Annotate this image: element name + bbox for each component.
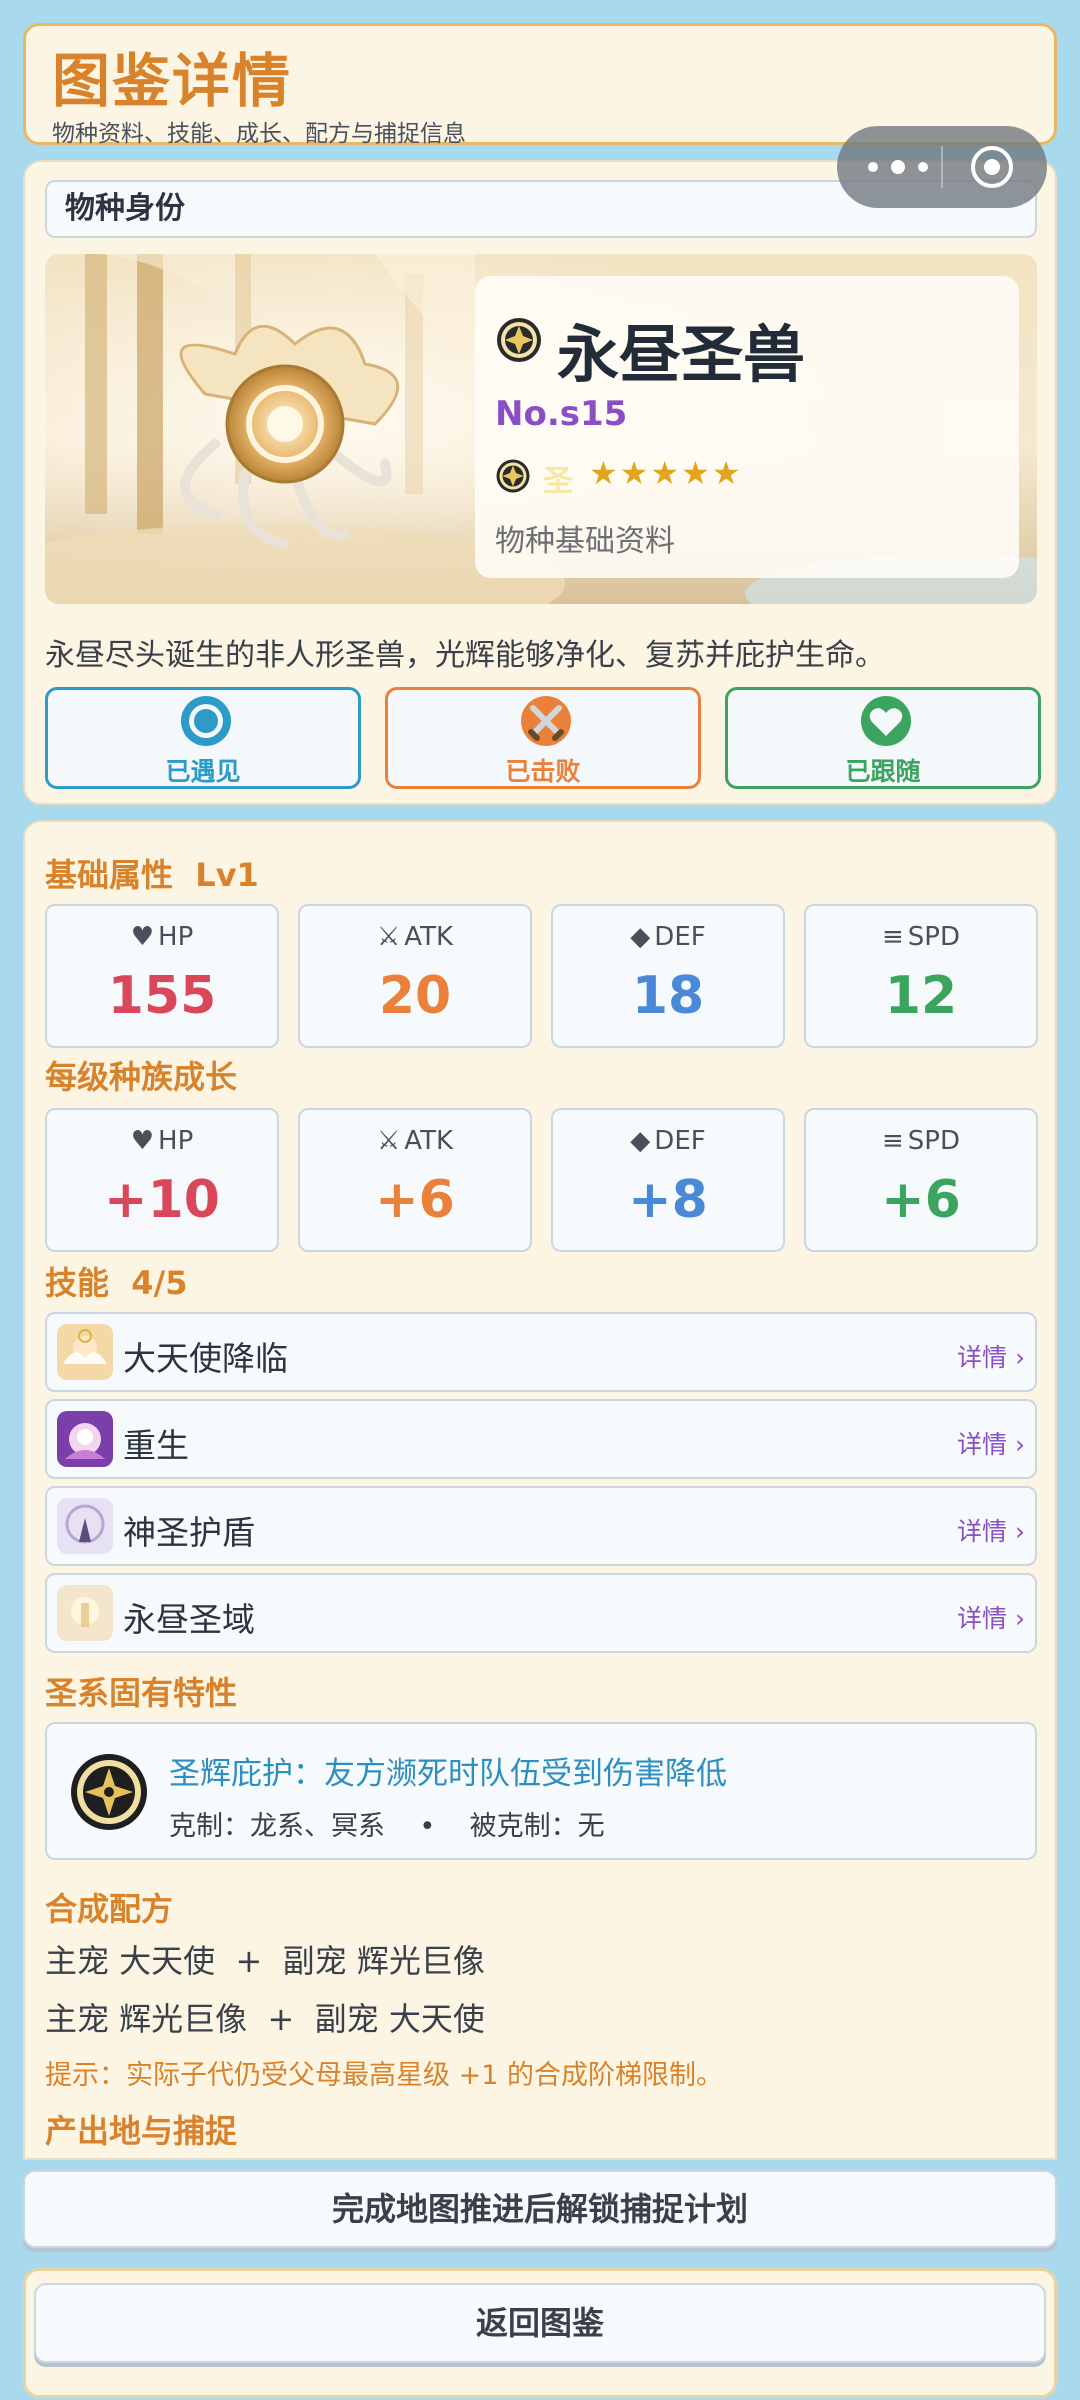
speed-lines-icon: ≡ xyxy=(882,1126,904,1156)
growth-hp-label: HP xyxy=(158,1126,194,1156)
more-icon[interactable] xyxy=(863,151,933,183)
skill-detail-link[interactable]: 详情 › xyxy=(957,1338,1025,1374)
base-spd-label: SPD xyxy=(907,922,960,952)
base-def-value: 18 xyxy=(631,966,705,1026)
diamond-icon: ◆ xyxy=(630,922,651,952)
sword-icon: ⚔ xyxy=(376,922,401,952)
recipe-line: 主宠 辉光巨像 + 副宠 大天使 xyxy=(45,2000,485,2038)
recipe-line: 主宠 大天使 + 副宠 辉光巨像 xyxy=(45,1942,485,1980)
growth-def-label: DEF xyxy=(654,1126,706,1156)
skills-heading: 技能 4/5 xyxy=(45,1258,188,1304)
base-stats-level: Lv1 xyxy=(195,856,259,894)
base-stats-heading: 基础属性 Lv1 xyxy=(45,850,259,896)
skill-row-archangel[interactable]: 大天使降临 详情 › xyxy=(45,1312,1037,1392)
base-spd-card: ≡ SPD 12 xyxy=(804,904,1038,1048)
status-seen-button[interactable]: 已遇见 xyxy=(45,687,361,789)
skill-name: 神圣护盾 xyxy=(123,1513,255,1552)
status-seen-label: 已遇见 xyxy=(165,757,241,786)
capture-heading: 产出地与捕捉 xyxy=(45,2112,238,2150)
page-title: 图鉴详情 xyxy=(52,47,293,115)
trait-counter-info: 克制：龙系、冥系 • 被克制：无 xyxy=(169,1811,605,1842)
holy-emblem-icon xyxy=(71,1754,147,1830)
skill-detail-link[interactable]: 详情 › xyxy=(957,1512,1025,1548)
recipe-heading: 合成配方 xyxy=(45,1890,174,1928)
skills-count: 4/5 xyxy=(131,1264,188,1302)
status-defeated-button[interactable]: 已击败 xyxy=(385,687,701,789)
base-atk-card: ⚔ ATK 20 xyxy=(298,904,532,1048)
base-hp-value: 155 xyxy=(107,966,217,1026)
trait-card: 圣辉庇护：友方濒死时队伍受到伤害降低 克制：龙系、冥系 • 被克制：无 xyxy=(45,1722,1037,1860)
species-description: 永昼尽头诞生的非人形圣兽，光辉能够净化、复苏并庇护生命。 xyxy=(45,638,885,673)
status-following-label: 已跟随 xyxy=(845,757,921,786)
capsule-divider xyxy=(941,146,943,188)
species-info-card: 永昼圣兽 No.s15 圣 ★★★★★ 物种基础资料 xyxy=(475,276,1019,578)
growth-spd-label: SPD xyxy=(907,1126,960,1156)
diamond-icon: ◆ xyxy=(630,1126,651,1156)
skill-name: 大天使降临 xyxy=(123,1339,288,1378)
skill-name: 重生 xyxy=(123,1426,189,1465)
star-rating: ★★★★★ xyxy=(589,454,743,492)
growth-atk-value: +6 xyxy=(375,1170,455,1230)
growth-spd-card: ≡ SPD +6 xyxy=(804,1108,1038,1252)
close-miniprogram-icon[interactable] xyxy=(969,144,1015,190)
crossed-swords-icon xyxy=(521,696,571,746)
skill-holy-shield-icon xyxy=(57,1498,113,1554)
growth-def-card: ◆ DEF +8 xyxy=(551,1108,785,1252)
status-following-button[interactable]: 已跟随 xyxy=(725,687,1041,789)
growth-hp-card: ♥ HP +10 xyxy=(45,1108,279,1252)
growth-hp-value: +10 xyxy=(104,1170,220,1230)
base-stats-title: 基础属性 xyxy=(45,856,174,894)
growth-atk-label: ATK xyxy=(404,1126,453,1156)
mini-program-capsule xyxy=(837,126,1047,208)
base-atk-label: ATK xyxy=(404,922,453,952)
unlock-capture-plan-button[interactable]: 完成地图推进后解锁捕捉计划 xyxy=(23,2170,1057,2248)
skill-rebirth-icon xyxy=(57,1411,113,1467)
base-def-card: ◆ DEF 18 xyxy=(551,904,785,1048)
base-hp-card: ♥ HP 155 xyxy=(45,904,279,1048)
growth-def-value: +8 xyxy=(628,1170,708,1230)
skill-detail-link[interactable]: 详情 › xyxy=(957,1599,1025,1635)
skill-row-eternal-domain[interactable]: 永昼圣域 详情 › xyxy=(45,1573,1037,1653)
species-hero: 永昼圣兽 No.s15 圣 ★★★★★ 物种基础资料 xyxy=(45,254,1037,604)
identity-panel: 物种身份 永昼圣兽 No.s15 圣 ★★★★★ 物种基础资料 永昼尽头诞生的非… xyxy=(23,160,1057,805)
growth-heading: 每级种族成长 xyxy=(45,1058,238,1096)
element-label: 圣 xyxy=(543,464,573,499)
species-number: No.s15 xyxy=(495,394,628,434)
skill-name: 永昼圣域 xyxy=(123,1600,255,1639)
element-badge-icon xyxy=(496,459,530,493)
ring-icon xyxy=(181,696,231,746)
growth-spd-value: +6 xyxy=(881,1170,961,1230)
heart-icon: ♥ xyxy=(130,1126,155,1156)
details-panel: 基础属性 Lv1 ♥ HP 155 ⚔ ATK 20 ◆ DEF 18 ≡ SPD 12… xyxy=(23,820,1057,2160)
base-atk-value: 20 xyxy=(378,966,452,1026)
skill-archangel-icon xyxy=(57,1324,113,1380)
trait-heading: 圣系固有特性 xyxy=(45,1674,238,1712)
growth-atk-card: ⚔ ATK +6 xyxy=(298,1108,532,1252)
skill-row-rebirth[interactable]: 重生 详情 › xyxy=(45,1399,1037,1479)
base-spd-value: 12 xyxy=(884,966,958,1026)
basic-info-label: 物种基础资料 xyxy=(495,524,675,559)
back-to-pokedex-button[interactable]: 返回图鉴 xyxy=(34,2283,1046,2363)
holy-element-icon xyxy=(497,318,541,362)
skill-row-holy-shield[interactable]: 神圣护盾 详情 › xyxy=(45,1486,1037,1566)
recipe-tip: 提示：实际子代仍受父母最高星级 +1 的合成阶梯限制。 xyxy=(45,2060,723,2091)
skills-title: 技能 xyxy=(45,1264,110,1302)
sword-icon: ⚔ xyxy=(376,1126,401,1156)
trait-name: 圣辉庇护：友方濒死时队伍受到伤害降低 xyxy=(169,1756,727,1792)
status-defeated-label: 已击败 xyxy=(505,757,581,786)
base-def-label: DEF xyxy=(654,922,706,952)
species-name: 永昼圣兽 xyxy=(557,318,806,391)
base-hp-label: HP xyxy=(158,922,194,952)
heart-icon xyxy=(861,696,911,746)
heart-icon: ♥ xyxy=(130,922,155,952)
page-subtitle: 物种资料、技能、成长、配方与捕捉信息 xyxy=(52,121,466,147)
skill-detail-link[interactable]: 详情 › xyxy=(957,1425,1025,1461)
speed-lines-icon: ≡ xyxy=(882,922,904,952)
skill-eternal-domain-icon xyxy=(57,1585,113,1641)
